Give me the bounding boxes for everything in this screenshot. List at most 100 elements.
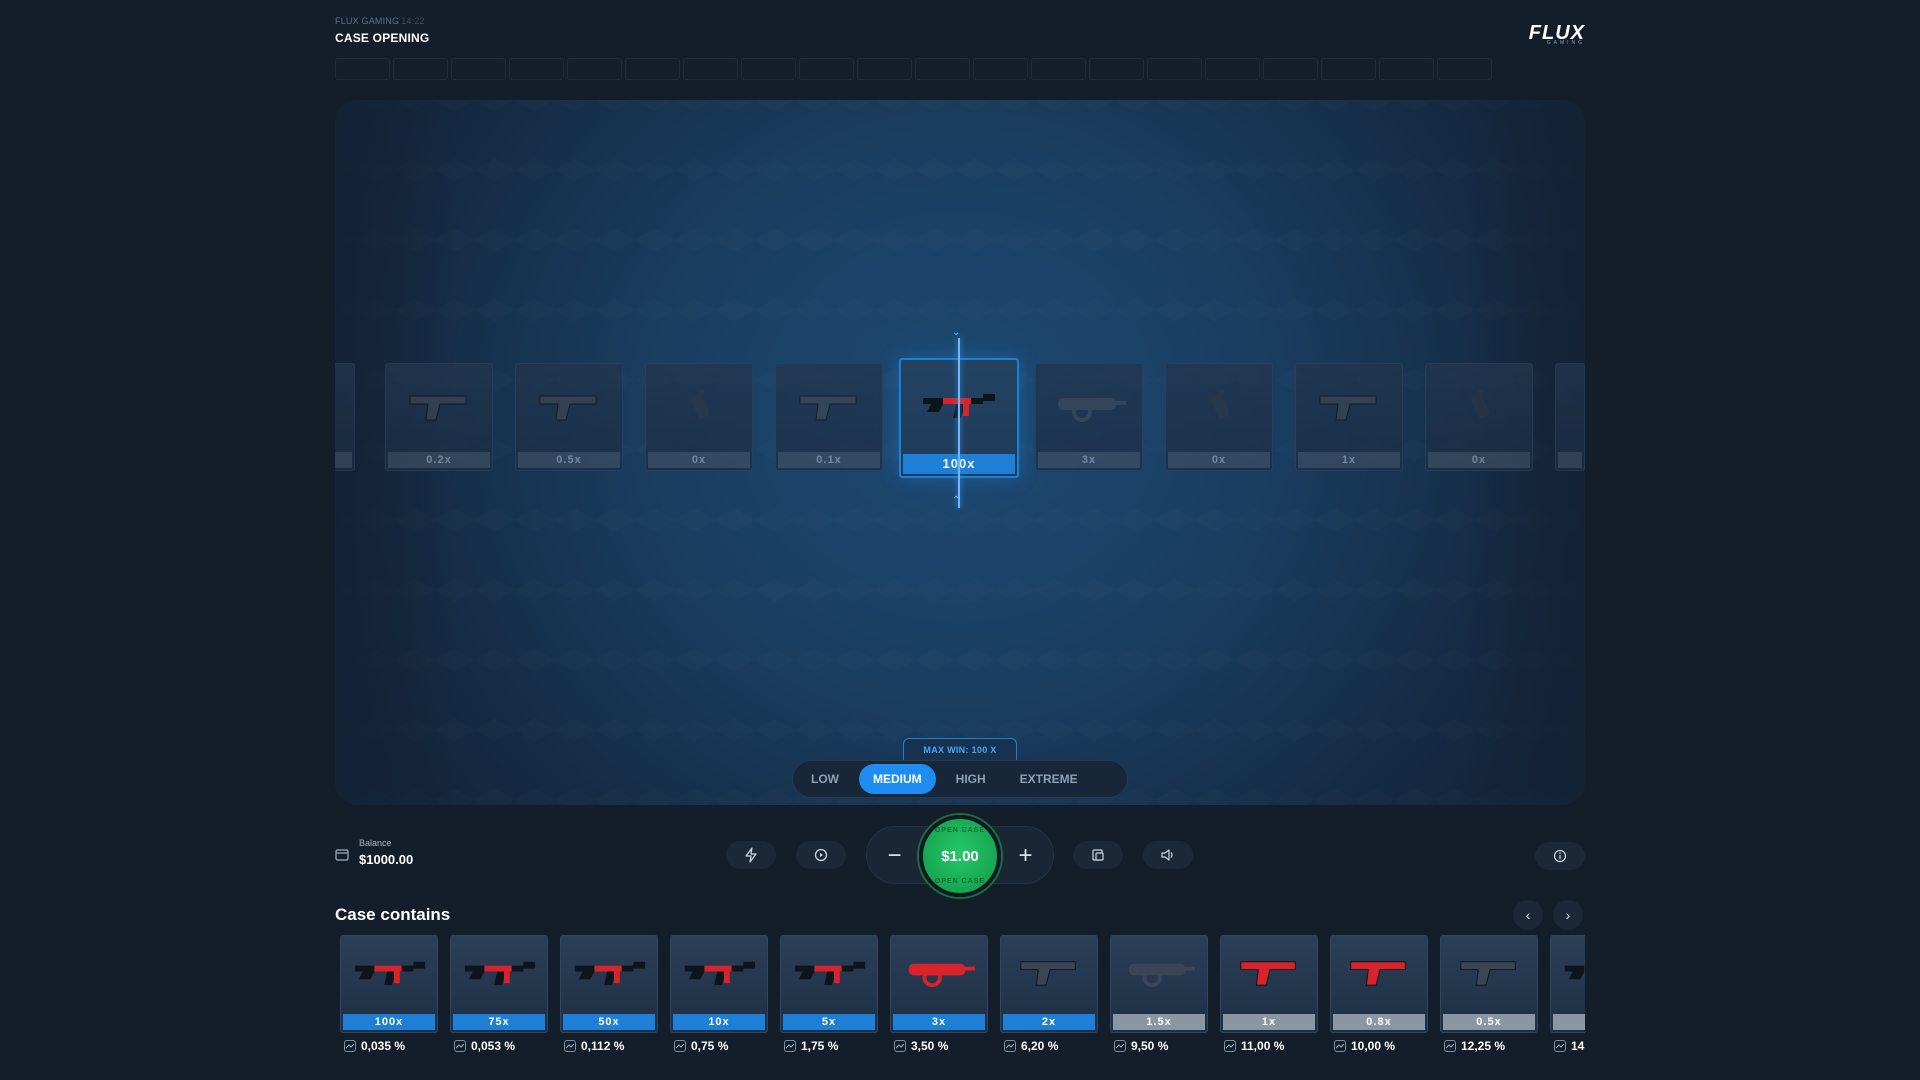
case-item-card: 0.5x <box>1440 935 1538 1033</box>
increase-bet-button[interactable]: + <box>998 827 1053 885</box>
case-item[interactable]: 1.5x 9,50 % <box>1110 935 1208 1053</box>
turbo-button[interactable] <box>726 841 776 869</box>
risk-option-extreme[interactable]: EXTREME <box>1006 764 1092 794</box>
history-slot <box>393 58 448 80</box>
win-marker-line <box>958 338 960 508</box>
sound-button[interactable] <box>1143 841 1193 869</box>
reel-card <box>335 363 355 471</box>
case-item-odds-value: 6,20 % <box>1021 1039 1059 1053</box>
marker-bottom-icon: ⌃ <box>952 495 961 506</box>
case-item[interactable]: 1x 11,00 % <box>1220 935 1318 1053</box>
case-item-odds-value: 11,00 % <box>1241 1039 1285 1053</box>
case-item-card: 10x <box>670 935 768 1033</box>
rifle-icon <box>1561 952 1585 994</box>
history-slot <box>973 58 1028 80</box>
rifle-icon <box>461 952 539 994</box>
header: FLUX GAMING 14:22 CASE OPENING <box>335 16 429 45</box>
risk-option-high[interactable]: HIGH <box>942 764 1000 794</box>
prev-items-button[interactable]: ‹ <box>1513 900 1543 930</box>
case-item[interactable]: 50x 0,112 % <box>560 935 658 1053</box>
case-item-card: 1.5x <box>1110 935 1208 1033</box>
chance-icon <box>564 1040 576 1052</box>
open-case-button[interactable]: OPEN CASE $1.00 OPEN CASE <box>919 815 1001 897</box>
chance-icon <box>674 1040 686 1052</box>
history-slot <box>799 58 854 80</box>
pistol-icon <box>1451 952 1529 994</box>
reel-card-multiplier: 0.1x <box>778 452 880 468</box>
case-contains-title: Case contains <box>335 905 451 924</box>
pistol-icon <box>1231 952 1309 994</box>
info-button[interactable] <box>1535 842 1585 870</box>
reel-card: 0x <box>1425 363 1533 471</box>
knife-icon <box>1011 952 1089 994</box>
case-item-odds: 9,50 % <box>1114 1039 1208 1053</box>
reel-card-multiplier: 1x <box>1298 452 1400 468</box>
history-slot <box>1263 58 1318 80</box>
rifle-icon <box>681 952 759 994</box>
smg-icon <box>1050 386 1130 426</box>
chance-icon <box>1224 1040 1236 1052</box>
info-icon <box>1553 849 1567 863</box>
case-item[interactable]: 0.5x 12,25 % <box>1440 935 1538 1053</box>
history-button[interactable] <box>1073 841 1123 869</box>
chance-icon <box>784 1040 796 1052</box>
case-item-odds: 0,75 % <box>674 1039 768 1053</box>
chance-icon <box>344 1040 356 1052</box>
case-item-card: 3x <box>890 935 988 1033</box>
reel-card-multiplier: 0x <box>1428 452 1530 468</box>
reel-card <box>1555 363 1585 471</box>
reel-card-multiplier <box>335 452 352 468</box>
case-item-card: 1x <box>1220 935 1318 1033</box>
case-item[interactable]: 2x 6,20 % <box>1000 935 1098 1053</box>
grenade-icon <box>660 386 740 426</box>
next-items-button[interactable]: › <box>1553 900 1583 930</box>
case-item-odds-value: 0,053 % <box>471 1039 516 1053</box>
case-item-multiplier: 50x <box>563 1014 655 1030</box>
case-item-card <box>1550 935 1585 1033</box>
history-slot <box>567 58 622 80</box>
risk-option-medium[interactable]: MEDIUM <box>859 764 936 794</box>
reel-card: 0.2x <box>385 363 493 471</box>
reel: 0.2x0.5x0x0.1x100x3x0x1x0x <box>335 358 1585 478</box>
stack-icon <box>1092 849 1104 861</box>
case-item[interactable]: 10x 0,75 % <box>670 935 768 1053</box>
pistol-icon <box>1310 386 1390 426</box>
lightning-icon <box>745 847 757 863</box>
case-item[interactable]: 3x 3,50 % <box>890 935 988 1053</box>
case-item[interactable]: 5x 1,75 % <box>780 935 878 1053</box>
pistol-icon <box>1341 952 1419 994</box>
history-slot <box>1031 58 1086 80</box>
history-slot <box>509 58 564 80</box>
history-slot <box>915 58 970 80</box>
open-case-ring-bottom: OPEN CASE <box>934 878 986 885</box>
flux-logo: FLUX GAMING <box>1529 23 1585 46</box>
clock-time: 14:22 <box>401 16 425 26</box>
case-item-multiplier: 100x <box>343 1014 435 1030</box>
case-item-odds: 10,00 % <box>1334 1039 1428 1053</box>
reel-card: 0x <box>1165 363 1273 471</box>
history-slot <box>335 58 390 80</box>
case-item-multiplier: 3x <box>893 1014 985 1030</box>
pistol-icon <box>530 386 610 426</box>
case-item-multiplier: 75x <box>453 1014 545 1030</box>
max-win-badge: MAX WIN: 100 X <box>903 738 1017 760</box>
case-item-multiplier: 0.8x <box>1333 1014 1425 1030</box>
pistol-icon <box>790 386 870 426</box>
brand-line: FLUX GAMING 14:22 <box>335 16 429 26</box>
case-item[interactable]: 14 <box>1550 935 1585 1053</box>
case-item-odds-value: 0,75 % <box>691 1039 729 1053</box>
smg-icon <box>1121 952 1199 994</box>
case-item-multiplier: 1.5x <box>1113 1014 1205 1030</box>
risk-option-low[interactable]: LOW <box>797 764 853 794</box>
reel-card-multiplier: 0.5x <box>518 452 620 468</box>
decrease-bet-button[interactable]: − <box>867 827 922 885</box>
autoplay-button[interactable] <box>796 841 846 869</box>
case-item[interactable]: 100x 0,035 % <box>340 935 438 1053</box>
rifle-icon <box>351 952 429 994</box>
case-item[interactable]: 0.8x 10,00 % <box>1330 935 1428 1053</box>
case-item[interactable]: 75x 0,053 % <box>450 935 548 1053</box>
case-item-multiplier <box>1553 1014 1585 1030</box>
case-item-odds: 14 <box>1554 1039 1585 1053</box>
chance-icon <box>1444 1040 1456 1052</box>
reel-card-multiplier: 0x <box>1168 452 1270 468</box>
